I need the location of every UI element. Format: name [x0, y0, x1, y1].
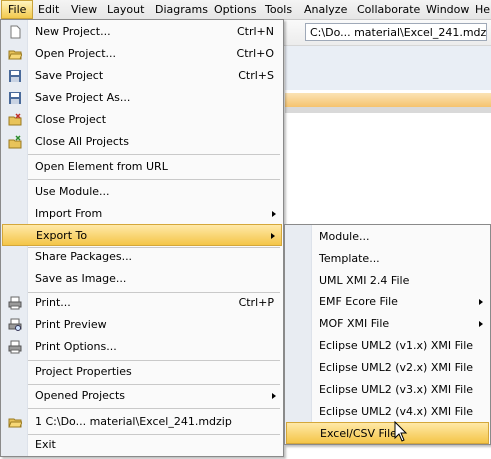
- menu-item-label: Module...: [319, 230, 370, 243]
- menu-item-label: Export To: [36, 229, 88, 242]
- menu-item-label: Save Project: [35, 69, 104, 82]
- menu-item-label: Excel/CSV File: [320, 427, 397, 440]
- print-options-icon: [8, 340, 22, 354]
- menu-window[interactable]: Window: [420, 0, 475, 19]
- export-to-submenu: Module... Template... UML XMI 2.4 File E…: [284, 224, 491, 445]
- menu-item-close-all-projects[interactable]: Close All Projects: [2, 131, 282, 153]
- menu-item-label: Save as Image...: [35, 272, 127, 285]
- file-menu: New Project... Ctrl+N Open Project... Ct…: [0, 19, 284, 457]
- menu-item-print[interactable]: Print... Ctrl+P: [2, 292, 282, 314]
- menu-diagrams[interactable]: Diagrams: [149, 0, 214, 19]
- submenu-arrow-icon: [479, 299, 483, 305]
- menu-analyze[interactable]: Analyze: [298, 0, 353, 19]
- menu-item-label: Use Module...: [35, 185, 110, 198]
- menu-item-label: EMF Ecore File: [319, 295, 398, 308]
- submenu-arrow-icon: [479, 321, 483, 327]
- menu-view[interactable]: View: [65, 0, 103, 19]
- menu-separator: [28, 154, 280, 155]
- menu-item-import-from[interactable]: Import From: [2, 203, 282, 225]
- submenu-item-eclipse-uml2-v4[interactable]: Eclipse UML2 (v4.x) XMI File: [286, 401, 489, 423]
- background-tab-strip: [285, 93, 491, 107]
- menu-help[interactable]: He: [469, 0, 491, 19]
- submenu-item-template[interactable]: Template...: [286, 248, 489, 270]
- menu-item-shortcut: Ctrl+O: [236, 47, 274, 60]
- submenu-arrow-icon: [272, 211, 276, 217]
- menu-item-label: Print...: [35, 296, 71, 309]
- submenu-item-eclipse-uml2-v3[interactable]: Eclipse UML2 (v3.x) XMI File: [286, 379, 489, 401]
- menu-item-label: MOF XMI File: [319, 317, 390, 330]
- print-preview-icon: [8, 318, 22, 332]
- menu-separator: [28, 179, 280, 180]
- submenu-arrow-icon: [272, 393, 276, 399]
- project-path-field[interactable]: C:\Do... material\Excel_241.mdzip: [305, 23, 487, 41]
- menu-bar: File Edit View Layout Diagrams Options T…: [0, 0, 491, 20]
- menu-options[interactable]: Options: [208, 0, 262, 19]
- mouse-cursor-icon: [394, 421, 408, 442]
- menu-item-shortcut: Ctrl+P: [238, 296, 274, 309]
- submenu-item-eclipse-uml2-v2[interactable]: Eclipse UML2 (v2.x) XMI File: [286, 357, 489, 379]
- menu-file[interactable]: File: [1, 0, 34, 19]
- menu-item-label: New Project...: [35, 25, 111, 38]
- menu-item-label: Open Element from URL: [35, 160, 168, 173]
- menu-item-save-project[interactable]: Save Project Ctrl+S: [2, 65, 282, 87]
- submenu-item-uml-xmi[interactable]: UML XMI 2.4 File: [286, 270, 489, 292]
- open-folder-icon: [8, 47, 23, 61]
- menu-item-opened-projects[interactable]: Opened Projects: [2, 385, 282, 407]
- close-all-projects-icon: [8, 135, 22, 149]
- menu-item-label: Eclipse UML2 (v3.x) XMI File: [319, 383, 474, 396]
- submenu-item-mof-xmi[interactable]: MOF XMI File: [286, 313, 489, 335]
- submenu-item-eclipse-uml2-v1[interactable]: Eclipse UML2 (v1.x) XMI File: [286, 335, 489, 357]
- menu-item-label: Exit: [35, 438, 56, 451]
- menu-item-label: Open Project...: [35, 47, 117, 60]
- submenu-item-emf-ecore[interactable]: EMF Ecore File: [286, 291, 489, 313]
- recent-project-icon: [8, 415, 23, 429]
- menu-layout[interactable]: Layout: [101, 0, 150, 19]
- submenu-arrow-icon: [271, 233, 275, 239]
- menu-item-label: Save Project As...: [35, 91, 131, 104]
- menu-item-new-project[interactable]: New Project... Ctrl+N: [2, 21, 282, 43]
- menu-item-print-preview[interactable]: Print Preview: [2, 314, 282, 336]
- menu-item-label: Eclipse UML2 (v1.x) XMI File: [319, 339, 474, 352]
- save-as-icon: [8, 91, 22, 105]
- background-divider: [285, 107, 491, 113]
- menu-edit[interactable]: Edit: [32, 0, 65, 19]
- menu-item-label: Print Options...: [35, 340, 117, 353]
- menu-item-label: Print Preview: [35, 318, 107, 331]
- menu-item-label: Close Project: [35, 113, 107, 126]
- menu-item-open-project[interactable]: Open Project... Ctrl+O: [2, 43, 282, 65]
- print-icon: [8, 296, 22, 310]
- menu-item-use-module[interactable]: Use Module...: [2, 181, 282, 203]
- menu-item-label: Close All Projects: [35, 135, 129, 148]
- background-panel: [285, 46, 491, 90]
- menu-item-recent-project[interactable]: 1 C:\Do... material\Excel_241.mdzip: [2, 411, 282, 433]
- menu-item-shortcut: Ctrl+N: [236, 25, 274, 38]
- save-icon: [8, 69, 22, 83]
- menu-item-label: Project Properties: [35, 365, 132, 378]
- menu-item-label: Eclipse UML2 (v4.x) XMI File: [319, 405, 474, 418]
- menu-tools[interactable]: Tools: [259, 0, 298, 19]
- menu-item-save-project-as[interactable]: Save Project As...: [2, 87, 282, 109]
- menu-item-label: 1 C:\Do... material\Excel_241.mdzip: [35, 415, 232, 428]
- submenu-item-excel-csv[interactable]: Excel/CSV File: [286, 422, 489, 444]
- menu-item-print-options[interactable]: Print Options...: [2, 336, 282, 358]
- menu-separator: [28, 408, 280, 409]
- menu-item-label: Share Packages...: [35, 250, 133, 263]
- menu-item-label: Import From: [35, 207, 103, 220]
- menu-item-save-as-image[interactable]: Save as Image...: [2, 268, 282, 290]
- submenu-item-module[interactable]: Module...: [286, 226, 489, 248]
- new-project-icon: [8, 25, 22, 39]
- menu-item-label: Template...: [319, 252, 380, 265]
- menu-item-export-to[interactable]: Export To: [2, 224, 282, 246]
- menu-item-shortcut: Ctrl+S: [238, 69, 274, 82]
- menu-item-project-properties[interactable]: Project Properties: [2, 361, 282, 383]
- menu-item-share-packages[interactable]: Share Packages...: [2, 246, 282, 268]
- menu-item-label: Eclipse UML2 (v2.x) XMI File: [319, 361, 474, 374]
- menu-item-close-project[interactable]: Close Project: [2, 109, 282, 131]
- menu-item-label: UML XMI 2.4 File: [319, 274, 410, 287]
- menu-item-open-element-from-url[interactable]: Open Element from URL: [2, 156, 282, 178]
- menu-collaborate[interactable]: Collaborate: [351, 0, 426, 19]
- menu-item-exit[interactable]: Exit: [2, 434, 282, 456]
- close-project-icon: [8, 113, 22, 127]
- menu-item-label: Opened Projects: [35, 389, 125, 402]
